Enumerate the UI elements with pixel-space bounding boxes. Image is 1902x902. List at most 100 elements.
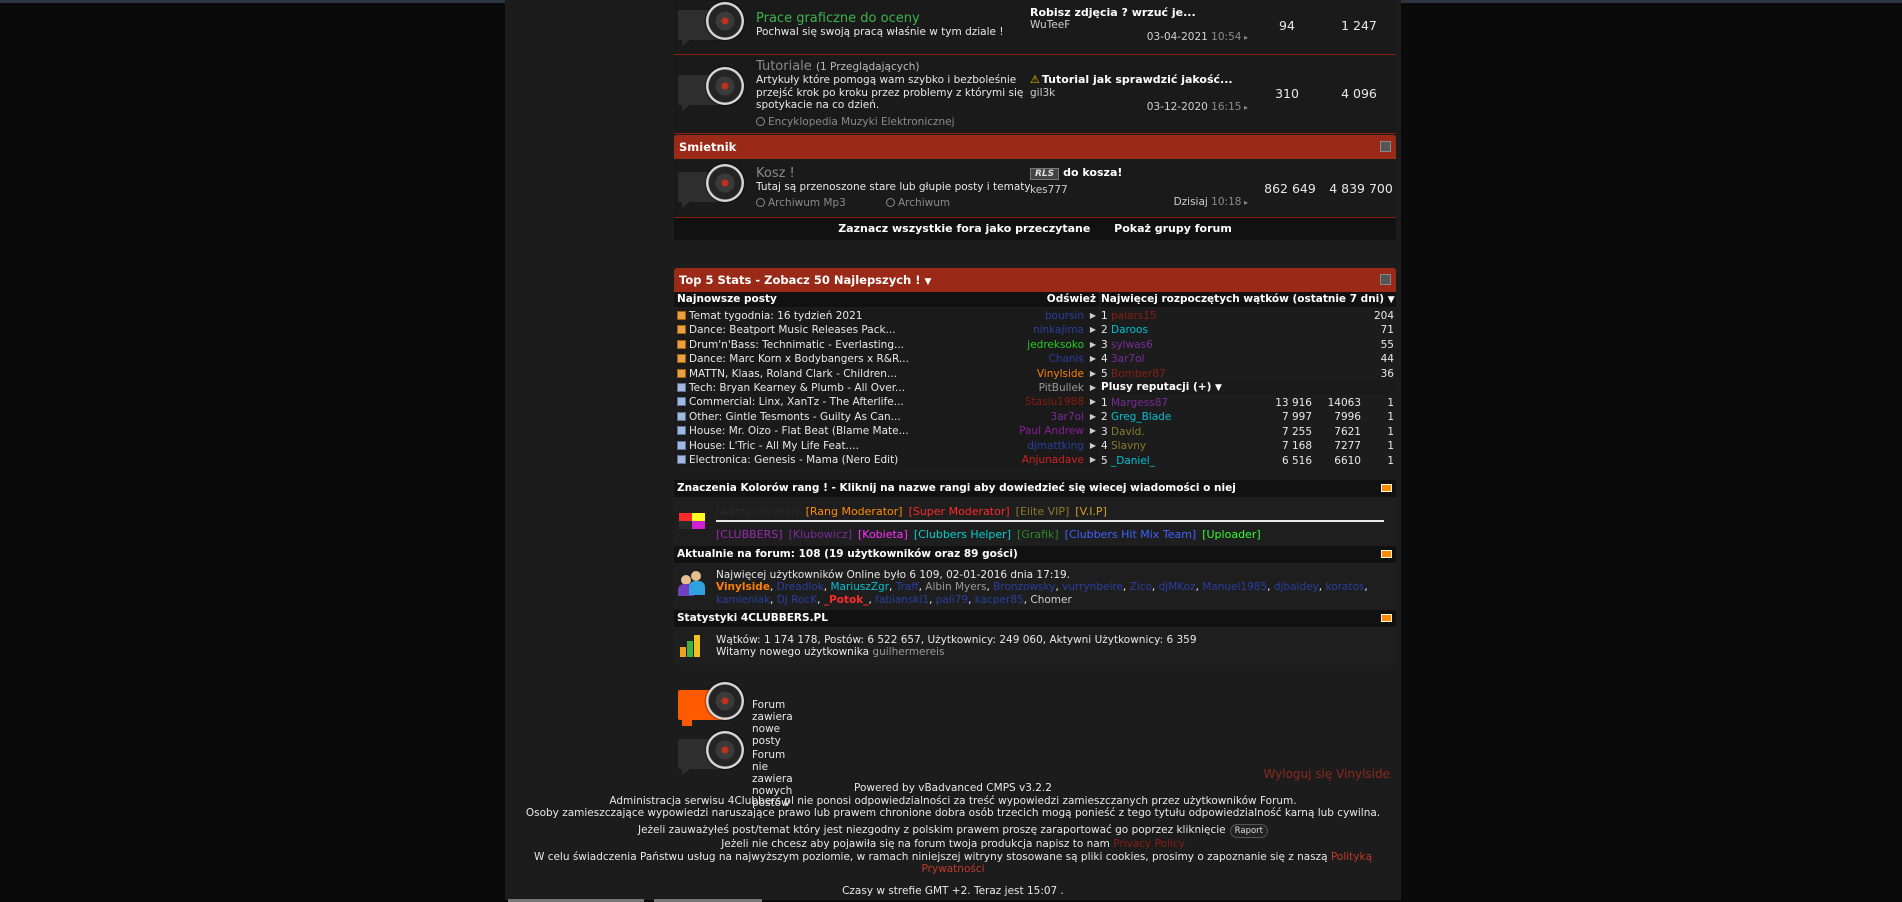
post-user[interactable]: PitBullek: [1039, 381, 1084, 395]
top-threads-list: 1 palars15 204 2 Daroos 71 3 sylwas6 55 4 3ar7ol 44…: [674, 309, 1396, 381]
thread-count: 71: [1380, 324, 1394, 337]
user-name[interactable]: 3ar7ol: [1111, 352, 1144, 366]
subforum-link[interactable]: Archiwum Mp3: [756, 197, 846, 209]
online-user[interactable]: Traff: [896, 581, 919, 593]
newest-post-row[interactable]: Tech: Bryan Kearney & Plumb - All Over..…: [674, 381, 1096, 395]
online-user[interactable]: MariuszZgr: [830, 581, 889, 593]
online-user[interactable]: DJ RocK: [777, 594, 817, 606]
reputation-row: 2 Greg_Blade 7 997 7996 1: [1101, 410, 1396, 424]
user-name[interactable]: Bomber87: [1111, 367, 1166, 381]
rank-link[interactable]: [Klubowicz]: [789, 528, 852, 541]
online-user[interactable]: kamieniak: [716, 594, 770, 606]
online-user[interactable]: Bronzowsky: [993, 581, 1055, 593]
stats-header[interactable]: Top 5 Stats - Zobacz 50 Najlepszych ! ▼: [674, 268, 1396, 292]
online-user[interactable]: fabianski1: [875, 594, 929, 606]
last-post-title[interactable]: RLS do kosza!: [1030, 166, 1250, 180]
rank-link[interactable]: [V.I.P]: [1075, 505, 1107, 518]
goto-post-icon[interactable]: ▸: [1241, 103, 1248, 112]
section-header[interactable]: Smietnik: [674, 135, 1396, 159]
online-user[interactable]: djbaldey: [1274, 581, 1319, 593]
refresh-link[interactable]: Odśwież: [1047, 292, 1096, 307]
online-user[interactable]: koratos: [1325, 581, 1364, 593]
last-post-time: 10:54: [1211, 31, 1242, 43]
rank-number: 3: [1101, 338, 1108, 351]
subforum-link[interactable]: Encyklopedia Muzyki Elektronicznej: [756, 116, 955, 128]
user-name[interactable]: Margess87: [1111, 396, 1168, 410]
rank-link[interactable]: [CLUBBERS]: [716, 528, 783, 541]
rank-link[interactable]: [Clubbers Hit Mix Team]: [1065, 528, 1197, 541]
rank-link[interactable]: [Grafik]: [1017, 528, 1059, 541]
forum-description: Pochwal się swoją pracą właśnie w tym dz…: [756, 26, 1004, 38]
section-title[interactable]: Smietnik: [679, 140, 736, 154]
forum-title[interactable]: Prace graficzne do oceny: [756, 11, 920, 26]
dropdown-icon[interactable]: ▼: [924, 277, 931, 287]
show-forum-groups-link[interactable]: Pokaż grupy forum: [1114, 222, 1232, 235]
user-name[interactable]: Daroos: [1111, 323, 1148, 337]
goto-post-icon[interactable]: ▸: [1241, 198, 1248, 207]
privacy-policy-link[interactable]: Privacy Policy: [1113, 838, 1185, 850]
collapse-icon[interactable]: [1380, 141, 1391, 152]
forum-row[interactable]: Tutoriale (1 Przeglądających) Artykuły k…: [674, 55, 1396, 134]
last-post-author[interactable]: gil3k: [1030, 87, 1055, 99]
online-title: Aktualnie na forum: 108 (19 użytkowników…: [677, 548, 1018, 560]
user-name[interactable]: _Daniel_: [1111, 454, 1155, 468]
mark-forums-read-link[interactable]: Zaznacz wszystkie fora jako przeczytane: [838, 222, 1090, 235]
online-user[interactable]: Albin Myers: [925, 581, 986, 593]
online-user[interactable]: Manuel1985: [1202, 581, 1267, 593]
rank-link[interactable]: [Clubbers Helper]: [914, 528, 1011, 541]
collapse-icon[interactable]: [1381, 614, 1392, 622]
online-user[interactable]: djMKoz: [1159, 581, 1196, 593]
online-user[interactable]: Zico: [1130, 581, 1152, 593]
rank-link[interactable]: [Elite VIP]: [1016, 505, 1070, 518]
last-post-title[interactable]: Robisz zdjęcia ? wrzuć je...: [1030, 6, 1250, 19]
rank-link[interactable]: [Uploader]: [1202, 528, 1260, 541]
online-user[interactable]: vurrynbeire: [1062, 581, 1123, 593]
last-post-author[interactable]: kes777: [1030, 184, 1068, 196]
forum-row[interactable]: Kosz ! Tutaj są przenoszone stare lub gł…: [674, 159, 1396, 218]
online-user[interactable]: Vinylside: [716, 581, 770, 593]
rank-number: 1: [1101, 397, 1108, 409]
user-name[interactable]: palars15: [1111, 309, 1157, 323]
time-line: Czasy w strefie GMT +2. Teraz jest 15:07…: [842, 884, 1064, 897]
rank-link[interactable]: [Rang Moderator]: [806, 505, 903, 518]
last-post-author[interactable]: WuTeeF: [1030, 19, 1070, 31]
last-post-date: 03-04-2021 10:54 ▸: [1128, 31, 1248, 43]
collapse-icon[interactable]: [1381, 550, 1392, 558]
last-post-title-text: Tutorial jak sprawdzić jakość...: [1041, 73, 1233, 86]
rank-link[interactable]: [Super Moderator]: [909, 505, 1010, 518]
online-user[interactable]: Chomer: [1030, 594, 1071, 606]
last-post-title[interactable]: ⚠ Tutorial jak sprawdzić jakość...: [1030, 73, 1250, 86]
logout-link[interactable]: Wyloguj się Vinylside: [1264, 767, 1391, 781]
forum-row[interactable]: Prace graficzne do oceny Pochwal się swo…: [674, 0, 1396, 55]
collapse-icon[interactable]: [1380, 274, 1391, 285]
dropdown-icon[interactable]: ▼: [1388, 295, 1395, 305]
forum-description: Artykuły które pomogą wam szybko i bezbo…: [756, 74, 1024, 111]
online-user[interactable]: pali79: [936, 594, 968, 606]
stats-title[interactable]: Top 5 Stats - Zobacz 50 Najlepszych !: [679, 273, 920, 287]
forum-status-icon: [678, 164, 748, 208]
goto-post-icon[interactable]: ▸: [1241, 33, 1248, 42]
reputation-total: 7621: [1334, 425, 1361, 438]
online-user[interactable]: Dreadlok: [777, 581, 824, 593]
rank-link[interactable]: [Kobieta]: [858, 528, 908, 541]
post-title[interactable]: Tech: Bryan Kearney & Plumb - All Over..…: [689, 381, 905, 395]
subforum-label: Archiwum Mp3: [768, 197, 846, 209]
user-name[interactable]: David.: [1111, 425, 1145, 439]
rank-number: 5: [1101, 454, 1108, 467]
ranks-row: [Administrator] [Rang Moderator] [Super Mo…: [716, 505, 1113, 518]
user-name[interactable]: sylwas6: [1111, 338, 1153, 352]
online-user[interactable]: kacper85: [975, 594, 1024, 606]
subforum-link[interactable]: Archiwum: [886, 197, 950, 209]
arrow-right-icon[interactable]: ▶: [1090, 381, 1096, 395]
user-name[interactable]: Slavny: [1111, 439, 1146, 453]
forum-title[interactable]: Tutoriale: [756, 59, 812, 74]
online-user[interactable]: _Potok_: [824, 594, 869, 606]
dropdown-icon[interactable]: ▼: [1215, 383, 1222, 393]
new-user-link[interactable]: guilhermereis: [872, 646, 944, 658]
ranks-row: [CLUBBERS] [Klubowicz] [Kobieta] [Clubbers …: [716, 528, 1267, 541]
rank-link[interactable]: [Administrator]: [716, 505, 800, 518]
collapse-icon[interactable]: [1381, 484, 1392, 492]
user-name[interactable]: Greg_Blade: [1111, 410, 1171, 424]
report-button[interactable]: Raport: [1229, 823, 1268, 838]
forum-title[interactable]: Kosz !: [756, 166, 795, 181]
